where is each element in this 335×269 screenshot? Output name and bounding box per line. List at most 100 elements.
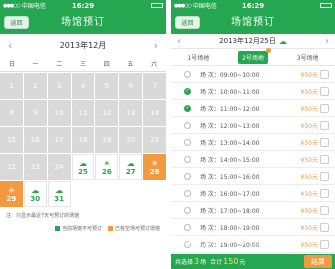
calendar-screen: ●●●○○ 中国电信 16:29 返回 场馆预订 ‹ 2013年12月 › 日 … (0, 0, 166, 269)
footer-count: 3 (194, 257, 200, 266)
month-switcher: ‹ 2013年12月 › (0, 34, 166, 56)
calendar-day: 8 (0, 100, 23, 126)
chevron-left-icon[interactable]: ‹ (177, 36, 181, 47)
calendar-day-available[interactable]: ☁ 30 (23, 181, 47, 207)
sun-icon: ☀ (7, 185, 15, 195)
calendar-day: 4 (71, 73, 95, 99)
price-tag-icon (320, 120, 329, 130)
slot-price: ¥50元 (300, 139, 318, 147)
slot-row[interactable]: 场 次：09:00~10:00 ¥50元 (171, 66, 335, 83)
calendar-empty-cell (143, 181, 166, 207)
summary-bar: 共选择 3 场 合计 150 元 结算 (171, 254, 335, 269)
month-label: 2013年12月 (59, 40, 107, 50)
tab-court-3[interactable]: 3号场地 (293, 51, 323, 64)
calendar-day: 1 (0, 73, 23, 99)
calendar-day: 16 (23, 127, 47, 153)
calendar-day-selected[interactable]: ☀ 28 (143, 154, 166, 180)
calendar-day: 24 (47, 154, 71, 180)
legend: 当前场馆不可预订 已有空场可预订场馆 (6, 225, 160, 232)
legend-full: 当前场馆不可预订 (54, 225, 102, 232)
footer-unit: 场 (200, 259, 207, 266)
settle-button[interactable]: 结算 (304, 255, 332, 268)
slot-row[interactable]: 场 次：15:00~16:00 ¥50元 (171, 168, 335, 185)
slot-row[interactable]: ✓ 场 次：11:00~12:00 ¥50元 (171, 100, 335, 117)
chevron-left-icon[interactable]: ‹ (8, 39, 12, 52)
slot-row[interactable]: 场 次：17:00~18:00 ¥50元 (171, 202, 335, 219)
checkbox-checked-icon[interactable]: ✓ (184, 104, 191, 112)
calendar-day: 17 (47, 127, 71, 153)
price-tag-icon (320, 205, 329, 215)
price-tag-icon (320, 222, 329, 232)
checkbox-checked-icon[interactable]: ✓ (184, 87, 191, 95)
calendar-empty-cell (119, 181, 143, 207)
calendar-day: 9 (23, 100, 47, 126)
slot-time-label: 场 次：10:00~11:00 (200, 88, 260, 96)
slot-price: ¥50元 (300, 190, 318, 198)
calendar-notes: 注：只显示最近7天可预订的场馆 当前场馆不可预订 已有空场可预订场馆 (0, 208, 166, 236)
calendar-day-available[interactable]: ☁ 31 (47, 181, 71, 207)
tab-court-2-label: 2号场地 (242, 54, 264, 62)
slot-time-label: 场 次：11:00~12:00 (200, 105, 260, 113)
back-button[interactable]: 返回 (4, 16, 29, 29)
slot-time-label: 场 次：13:00~14:00 (200, 139, 260, 147)
sun-icon: ☀ (150, 158, 159, 168)
checkbox-empty-icon[interactable] (184, 206, 191, 214)
chevron-right-icon[interactable]: › (325, 36, 329, 47)
footer-total: 150 (223, 257, 239, 266)
slot-price: ¥50元 (300, 241, 318, 249)
slot-row[interactable]: 场 次：18:00~19:00 ¥50元 (171, 219, 335, 236)
court-tabs: 1号场地 2号场地 3号场地 (171, 47, 335, 66)
price-tag-icon (320, 103, 329, 113)
calendar-day-selected[interactable]: ☀ 29 (0, 181, 23, 207)
checkbox-empty-icon[interactable] (184, 223, 191, 231)
slot-row[interactable]: 场 次：19:00~20:00 ¥50元 (171, 236, 335, 253)
checkbox-empty-icon[interactable] (184, 70, 191, 78)
cloud-icon: ☁ (78, 158, 87, 168)
tab-court-1[interactable]: 1号场地 (183, 51, 213, 64)
calendar-day: 12 (95, 100, 119, 126)
cloud-icon: ☁ (278, 36, 287, 46)
calendar-day: 15 (0, 127, 23, 153)
slot-time-label: 场 次：14:00~15:00 (200, 156, 260, 164)
checkbox-empty-icon[interactable] (184, 155, 191, 163)
slot-row[interactable]: 场 次：16:00~17:00 ¥50元 (171, 185, 335, 202)
checkbox-empty-icon[interactable] (184, 138, 191, 146)
calendar-day: 6 (119, 73, 143, 99)
checkbox-empty-icon[interactable] (184, 172, 191, 180)
slot-row[interactable]: ✓ 场 次：10:00~11:00 ¥50元 (171, 83, 335, 100)
slot-row[interactable]: 场 次：12:00~13:00 ¥50元 (171, 117, 335, 134)
price-tag-icon (320, 137, 329, 147)
legend-available: 已有空场可预订场馆 (107, 225, 160, 232)
legend-orange-swatch (107, 226, 113, 231)
calendar-day: 11 (71, 100, 95, 126)
slot-screen: ●●●○○ 中国电信 16:29 返回 场馆预订 ‹ 2013年12月25日 ☁… (171, 0, 335, 269)
calendar-day-available[interactable]: ☁ 27 (119, 154, 143, 180)
note-text: 注：只显示最近7天可预订的场馆 (6, 213, 80, 219)
checkbox-empty-icon[interactable] (184, 189, 191, 197)
calendar-day-available[interactable]: ☀ 26 (95, 154, 119, 180)
legend-green-swatch (54, 226, 60, 231)
calendar-empty-cell (95, 181, 119, 207)
price-tag-icon (320, 239, 329, 249)
slot-time-label: 场 次：17:00~18:00 (200, 207, 260, 215)
back-button[interactable]: 返回 (175, 16, 200, 29)
date-label: 2013年12月25日 (219, 37, 276, 45)
calendar-day: 2 (23, 73, 47, 99)
price-tag-icon (320, 86, 329, 96)
checkbox-empty-icon[interactable] (184, 121, 191, 129)
checkbox-empty-icon[interactable] (184, 240, 191, 248)
slot-row[interactable]: 场 次：13:00~14:00 ¥50元 (171, 134, 335, 151)
date-switcher: ‹ 2013年12月25日 ☁ › (171, 34, 335, 49)
calendar-day: 10 (47, 100, 71, 126)
calendar-day-available[interactable]: ☁ 25 (71, 154, 95, 180)
weekday-header: 日 一 二 三 四 五 六 (0, 56, 166, 72)
price-tag-icon (320, 171, 329, 181)
slot-time-label: 场 次：12:00~13:00 (200, 122, 260, 130)
tab-court-2[interactable]: 2号场地 (238, 47, 271, 64)
nav-bar: 返回 场馆预订 (0, 11, 166, 34)
slot-row[interactable]: 场 次：14:00~15:00 ¥50元 (171, 151, 335, 168)
calendar-day: 23 (23, 154, 47, 180)
chevron-right-icon[interactable]: › (154, 39, 158, 52)
price-tag-icon (320, 188, 329, 198)
slot-time-label: 场 次：09:00~10:00 (200, 71, 260, 79)
